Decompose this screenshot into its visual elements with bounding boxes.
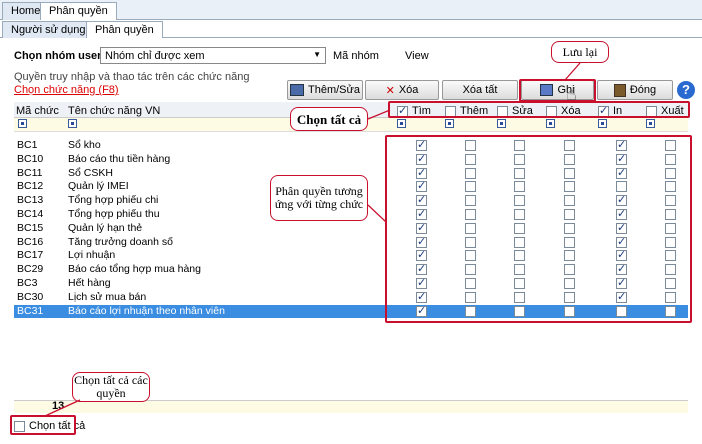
hand-cursor-icon: ☝ xyxy=(566,84,577,104)
callout-connectors xyxy=(44,62,581,417)
